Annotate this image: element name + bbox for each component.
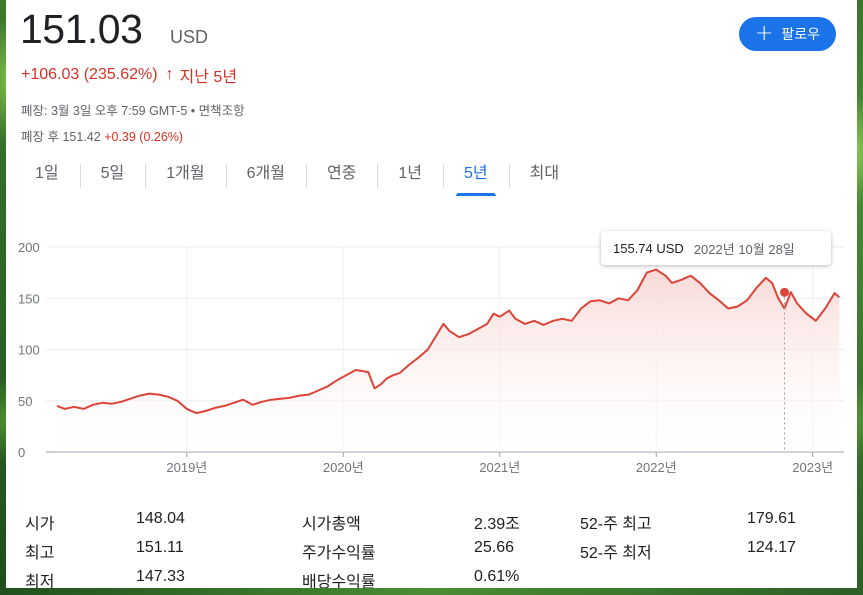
y-tick-label-50: 50 bbox=[18, 394, 32, 409]
stats-table: 시가 148.04 최고 151.11 최저 147.33 시가총액 2.39조… bbox=[6, 505, 857, 588]
stock-panel: 151.03 USD + 팔로우 +106.03 (235.62%) ↑ 지난 … bbox=[6, 0, 857, 588]
arrow-up-icon: ↑ bbox=[165, 66, 174, 83]
current-price: 151.03 bbox=[20, 6, 143, 52]
price-currency: USD bbox=[170, 27, 209, 47]
plus-icon: + bbox=[754, 21, 774, 46]
x-tick-label-0: 2019년 bbox=[166, 460, 207, 475]
y-tick-label-0: 0 bbox=[18, 445, 25, 460]
stat-value-dividend-yield: 0.61% bbox=[474, 568, 520, 585]
x-tick-label-4: 2023년 bbox=[792, 460, 833, 475]
stat-value-52w-low: 124.17 bbox=[747, 539, 796, 556]
range-tabs: 1일 5일 1개월 6개월 연중 1년 5년 최대 bbox=[14, 160, 580, 196]
after-hours-price: 151.42 bbox=[62, 130, 101, 144]
follow-button-label: 팔로우 bbox=[781, 27, 821, 43]
x-tick-label-1: 2020년 bbox=[323, 460, 364, 475]
tab-5y[interactable]: 5년 bbox=[443, 160, 509, 196]
stat-label-market-cap: 시가총액 bbox=[302, 516, 361, 533]
y-tick-label-100: 100 bbox=[18, 343, 40, 358]
close-info: 폐장: 3월 3일 오후 7:59 GMT-5 • 면책조항 bbox=[21, 104, 245, 118]
stat-label-pe-ratio: 주가수익률 bbox=[302, 545, 376, 562]
price-change-row: +106.03 (235.62%) ↑ 지난 5년 bbox=[21, 63, 237, 87]
stat-label-52w-low: 52-주 최저 bbox=[580, 545, 652, 562]
hover-marker bbox=[780, 287, 790, 297]
tab-6m[interactable]: 6개월 bbox=[225, 160, 306, 196]
stat-value-open: 148.04 bbox=[136, 510, 185, 527]
stat-label-52w-high: 52-주 최고 bbox=[580, 516, 652, 533]
stat-value-52w-high: 179.61 bbox=[747, 510, 796, 527]
tab-5d[interactable]: 5일 bbox=[79, 160, 146, 196]
tab-1d[interactable]: 1일 bbox=[14, 160, 80, 196]
stat-value-low: 147.33 bbox=[136, 568, 185, 585]
chart-tooltip: 155.74 USD 2022년 10월 28일 bbox=[601, 231, 831, 265]
price-change: +106.03 (235.62%) bbox=[21, 66, 158, 83]
y-tick-label-200: 200 bbox=[18, 240, 40, 255]
x-tick-label-2: 2021년 bbox=[479, 460, 520, 475]
stat-label-dividend-yield: 배당수익률 bbox=[302, 574, 376, 588]
y-tick-label-150: 150 bbox=[18, 291, 40, 306]
price-area-fill bbox=[57, 269, 840, 452]
stat-value-market-cap: 2.39조 bbox=[474, 516, 520, 533]
stat-label-open: 시가 bbox=[25, 516, 55, 533]
follow-button[interactable]: + 팔로우 bbox=[739, 17, 836, 51]
tab-1y[interactable]: 1년 bbox=[377, 160, 443, 196]
after-hours-label: 폐장 후 bbox=[21, 130, 59, 144]
stat-value-pe-ratio: 25.66 bbox=[474, 539, 515, 556]
tooltip-date: 2022년 10월 28일 bbox=[693, 241, 795, 257]
tab-ytd[interactable]: 연중 bbox=[305, 160, 377, 196]
stat-value-high: 151.11 bbox=[136, 539, 184, 556]
tooltip-price: 155.74 USD bbox=[613, 240, 684, 256]
stat-label-high: 최고 bbox=[25, 545, 55, 562]
after-hours-info: 폐장 후 151.42 +0.39 (0.26%) bbox=[21, 126, 183, 145]
change-period: 지난 5년 bbox=[179, 69, 238, 86]
x-tick-label-3: 2022년 bbox=[636, 460, 677, 475]
after-hours-change: +0.39 (0.26%) bbox=[104, 130, 184, 144]
stat-label-low: 최저 bbox=[25, 574, 55, 588]
tab-1m[interactable]: 1개월 bbox=[145, 160, 225, 196]
tab-max[interactable]: 최대 bbox=[508, 160, 580, 196]
